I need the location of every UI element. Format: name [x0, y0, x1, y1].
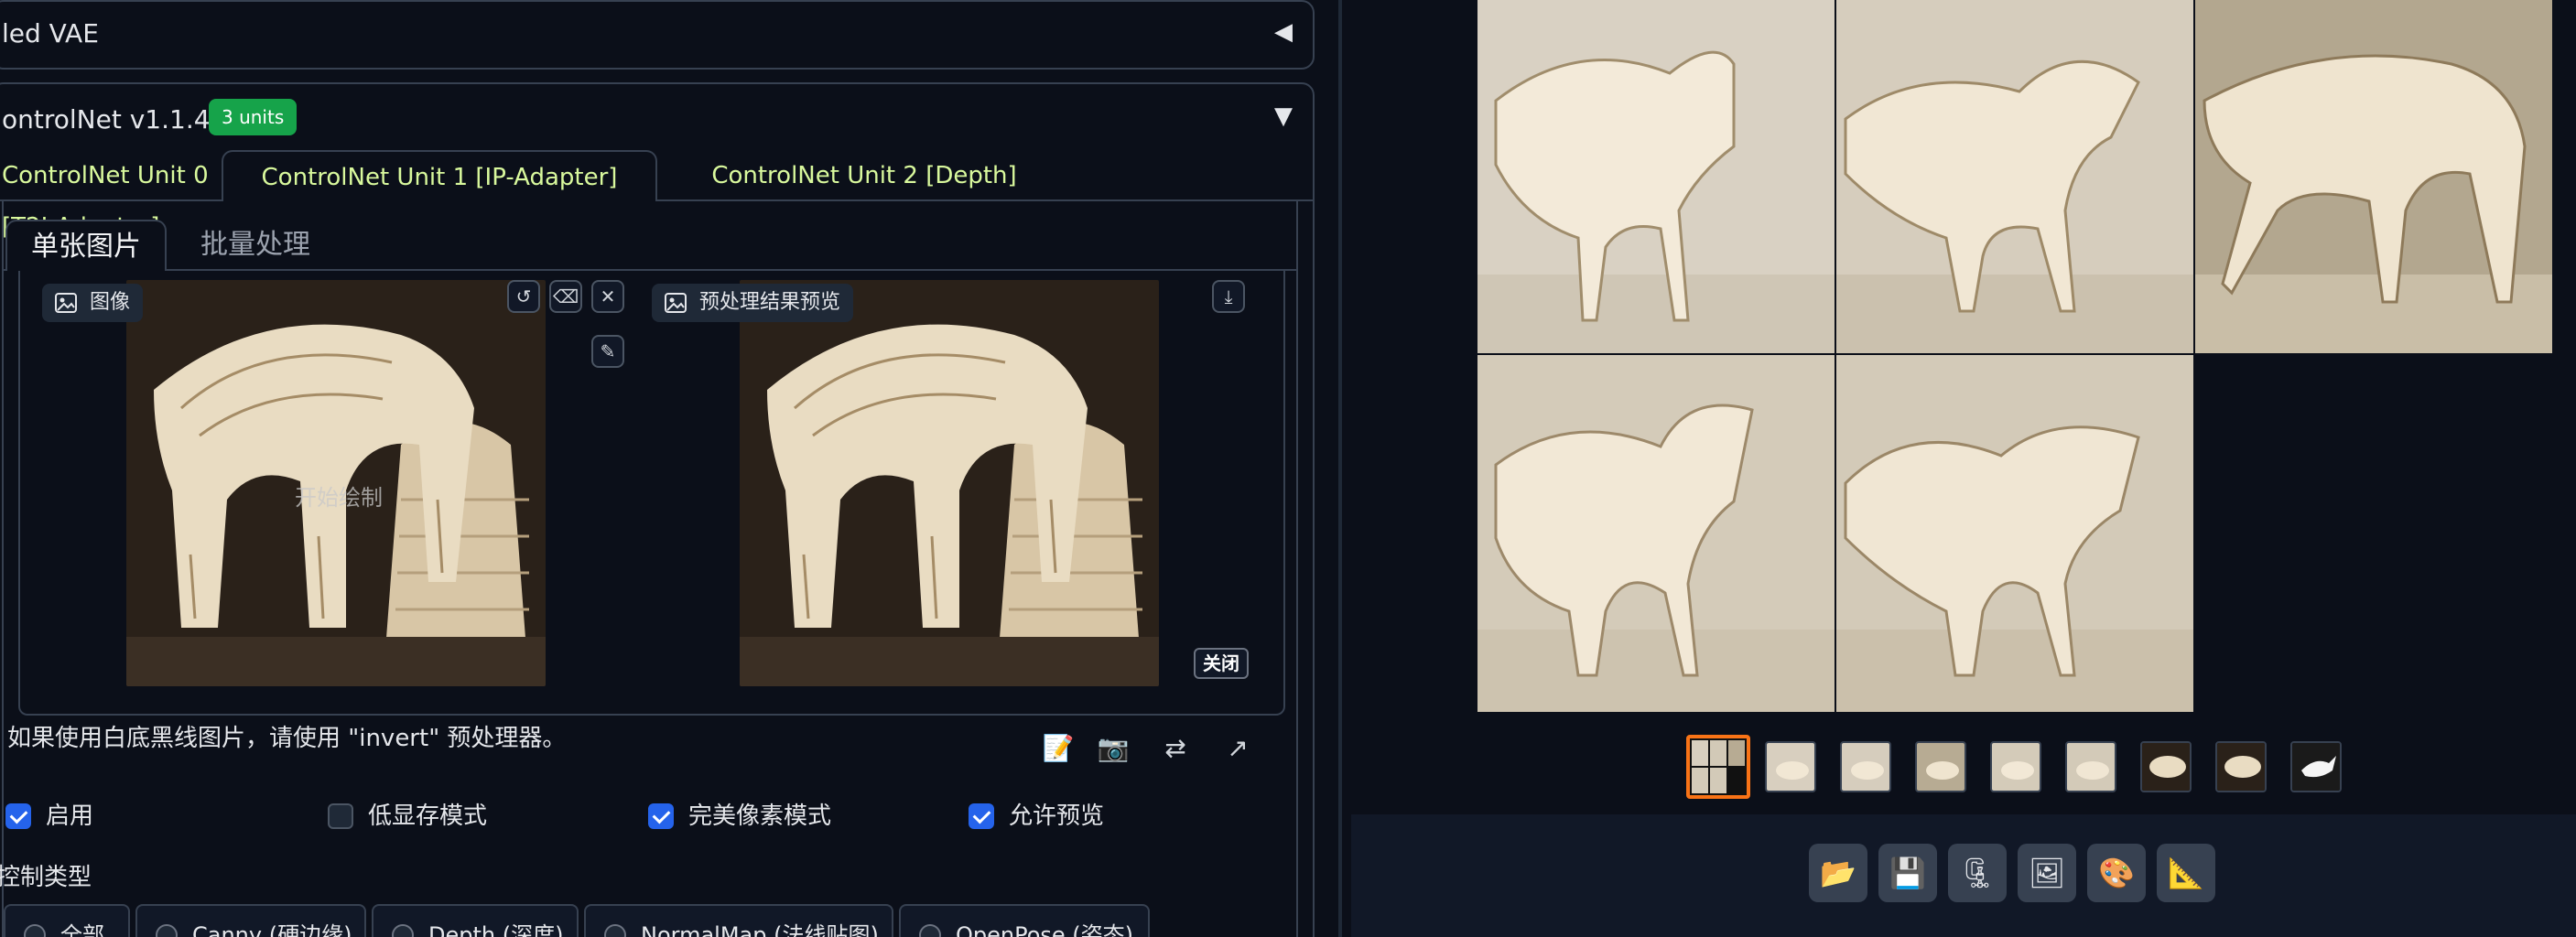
control-type-all[interactable]: 全部	[4, 904, 130, 937]
thumbnail[interactable]	[1840, 741, 1891, 792]
units-badge: 3 units	[209, 99, 298, 135]
tab-single-image[interactable]: 单张图片	[5, 220, 167, 271]
radio-label: Canny (硬边缘)	[192, 922, 352, 937]
thumbnail[interactable]	[2290, 741, 2342, 792]
controlnet-accordion-title[interactable]: ontrolNet v1.1.415	[2, 104, 243, 135]
gallery-image-2[interactable]	[1836, 0, 2193, 353]
preview-label-text: 预处理结果预览	[699, 291, 841, 314]
download-icon[interactable]: ⤓	[1212, 280, 1245, 313]
controlnet-accordion: ontrolNet v1.1.415 3 units ▼ ControlNet …	[0, 82, 1315, 937]
brush-icon[interactable]: ✎	[591, 335, 624, 368]
vae-accordion[interactable]: led VAE ◀	[0, 0, 1315, 70]
image-label-text: 图像	[90, 291, 131, 314]
tab-batch[interactable]: 批量处理	[178, 220, 333, 271]
control-type-canny[interactable]: Canny (硬边缘)	[135, 904, 366, 937]
radio-label: Depth (深度)	[428, 922, 564, 937]
image-label: 图像	[42, 284, 144, 322]
triangle-left-icon[interactable]: ◀	[1274, 18, 1293, 46]
checkbox-box[interactable]	[5, 803, 31, 829]
control-type-openpose[interactable]: OpenPose (姿态)	[899, 904, 1150, 937]
radio-label: 全部	[60, 922, 104, 937]
radio-dot[interactable]	[156, 924, 178, 937]
preview-image-canvas	[740, 280, 1159, 686]
close-preview-button[interactable]: 关闭	[1194, 648, 1249, 679]
checkbox-box[interactable]	[969, 803, 994, 829]
checkbox-box[interactable]	[328, 803, 353, 829]
checkbox-label: 低显存模式	[368, 802, 488, 830]
notepad-icon[interactable]: 📝	[1040, 730, 1077, 767]
image-send-icon[interactable]: 🖼	[2018, 844, 2076, 902]
thumbnail[interactable]	[2140, 741, 2192, 792]
control-type-normalmap[interactable]: NormalMap (法线贴图)	[584, 904, 893, 937]
gallery-image-1[interactable]	[1477, 0, 1835, 353]
image-icon	[55, 293, 77, 313]
output-panel: 📂 💾 🗜 🖼 🎨 📐	[1351, 0, 2576, 937]
camera-icon[interactable]: 📷	[1095, 730, 1131, 767]
app-root: led VAE ◀ ontrolNet v1.1.415 3 units ▼ C…	[0, 0, 2576, 937]
radio-dot[interactable]	[604, 924, 626, 937]
checkbox-box[interactable]	[648, 803, 674, 829]
preview-label: 预处理结果预览	[652, 284, 854, 322]
thumbnail-grid[interactable]	[1686, 735, 1750, 799]
radio-dot[interactable]	[392, 924, 414, 937]
control-type-label: 控制类型	[0, 864, 92, 891]
ruler-triangle-icon[interactable]: 📐	[2157, 844, 2215, 902]
thumbnail[interactable]	[2065, 741, 2116, 792]
gallery-image-5[interactable]	[1836, 355, 2193, 712]
radio-label: OpenPose (姿态)	[956, 922, 1134, 937]
checkbox-label: 允许预览	[1009, 802, 1105, 830]
control-type-depth[interactable]: Depth (深度)	[372, 904, 579, 937]
undo-icon[interactable]: ↺	[507, 280, 540, 313]
invert-hint: 如果使用白底黑线图片，请使用 "invert" 预处理器。	[7, 725, 567, 752]
folder-icon[interactable]: 📂	[1809, 844, 1867, 902]
gallery-image-4[interactable]	[1477, 355, 1835, 712]
save-icon[interactable]: 💾	[1878, 844, 1937, 902]
eraser-icon[interactable]: ⌫	[549, 280, 582, 313]
tab-unit-2[interactable]: ControlNet Unit 2 [Depth]	[672, 150, 1056, 201]
triangle-down-icon[interactable]: ▼	[1274, 102, 1293, 130]
vae-accordion-title: led VAE	[2, 18, 99, 48]
thumbnail-strip	[1351, 732, 2576, 805]
thumbnail[interactable]	[2215, 741, 2267, 792]
swap-icon[interactable]: ⇄	[1157, 730, 1194, 767]
image-input-area: 图像 开始绘制 ↺ ⌫ ✕ ✎ 预处理结果预览 ⤓ 关闭	[18, 271, 1285, 716]
image-icon	[665, 293, 687, 313]
checkbox-label: 启用	[46, 802, 94, 830]
tab-unit-1[interactable]: ControlNet Unit 1 [IP-Adapter]	[222, 150, 657, 201]
thumbnail[interactable]	[1915, 741, 1966, 792]
radio-dot[interactable]	[24, 924, 46, 937]
thumbnail[interactable]	[1765, 741, 1816, 792]
close-icon[interactable]: ✕	[591, 280, 624, 313]
gallery-image-3[interactable]	[2195, 0, 2552, 353]
settings-panel: led VAE ◀ ontrolNet v1.1.415 3 units ▼ C…	[0, 0, 1337, 937]
start-draw-text: 开始绘制	[295, 485, 383, 511]
panel-divider	[1338, 0, 1342, 937]
radio-label: NormalMap (法线贴图)	[641, 922, 879, 937]
send-arrow-icon[interactable]: ↗	[1219, 730, 1256, 767]
radio-dot[interactable]	[919, 924, 941, 937]
palette-icon[interactable]: 🎨	[2087, 844, 2146, 902]
checkbox-label: 完美像素模式	[688, 802, 832, 830]
tab-unit-0[interactable]: ControlNet Unit 0 [T2I-Adapter]	[2, 150, 209, 241]
zip-icon[interactable]: 🗜	[1948, 844, 2007, 902]
thumbnail[interactable]	[1990, 741, 2041, 792]
